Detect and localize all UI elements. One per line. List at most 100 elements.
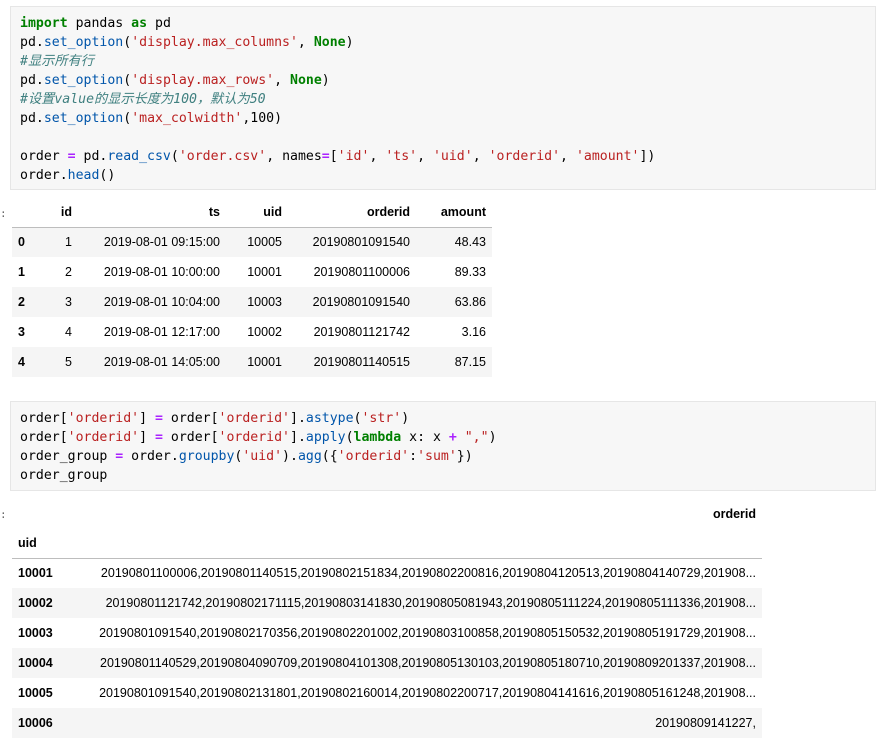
code-token: None bbox=[313, 35, 346, 50]
code-token: 'display.max_columns' bbox=[131, 35, 298, 50]
code-token: pd. bbox=[75, 149, 108, 164]
code-token: , bbox=[560, 149, 576, 164]
code-token: 'orderid' bbox=[218, 430, 290, 445]
code-token: order[ bbox=[162, 430, 219, 445]
table-cell: 5 bbox=[65, 355, 72, 369]
code-token: ] bbox=[139, 430, 155, 445]
code-token: order. bbox=[20, 168, 68, 183]
table-cell: 3.16 bbox=[461, 325, 486, 339]
table-cell: 2019-08-01 10:04:00 bbox=[103, 295, 220, 309]
code-token: 'amount' bbox=[575, 149, 640, 164]
code-token: , names bbox=[266, 149, 322, 164]
code-token: x: x bbox=[401, 430, 449, 445]
table-cell: 2019-08-01 10:00:00 bbox=[103, 265, 220, 279]
table-cell: 48.43 bbox=[454, 235, 486, 250]
column-header-orderid: orderid bbox=[712, 507, 756, 521]
code-token: ]. bbox=[290, 430, 306, 445]
code-token: : bbox=[409, 449, 418, 464]
column-header: ts bbox=[208, 205, 220, 220]
column-header: uid bbox=[263, 205, 282, 220]
code-token: , bbox=[297, 35, 314, 50]
output-prompt-1: : bbox=[0, 207, 7, 220]
code-token: ) bbox=[321, 73, 330, 88]
code-token: ) bbox=[488, 430, 497, 445]
code-token: order[ bbox=[20, 430, 68, 445]
table-cell: 1 bbox=[65, 235, 72, 250]
code-token: set_option bbox=[43, 111, 124, 126]
row-index: 10002 bbox=[18, 596, 53, 610]
code-token: as bbox=[131, 16, 148, 31]
table-cell: 20190801140529,20190804090709,2019080410… bbox=[100, 656, 756, 670]
code-line: order['orderid'] = order['orderid'].asty… bbox=[11, 409, 875, 428]
table-cell: 10005 bbox=[247, 235, 282, 250]
code-token: head bbox=[67, 168, 100, 183]
code-token: order_group bbox=[20, 449, 116, 464]
code-cell-2[interactable]: order['orderid'] = order['orderid'].asty… bbox=[10, 401, 876, 491]
code-token: order. bbox=[123, 449, 179, 464]
code-token: ) bbox=[345, 35, 354, 50]
table-cell: 4 bbox=[65, 325, 72, 339]
table-cell: 20190801121742 bbox=[313, 325, 410, 339]
table-row: 10003 20190801091540,20190802170356,20190… bbox=[12, 618, 762, 648]
code-token: lambda bbox=[353, 430, 402, 445]
code-token: [ bbox=[329, 149, 338, 164]
table-cell: 2019-08-01 09:15:00 bbox=[103, 235, 220, 250]
code-token: agg bbox=[297, 449, 322, 464]
table-cell: 20190809141227, bbox=[655, 716, 756, 730]
table-cell: 89.33 bbox=[454, 265, 486, 279]
code-token: , bbox=[417, 149, 433, 164]
row-index: 10006 bbox=[18, 716, 53, 730]
groupby-output: orderid uid 10001 20190801100006,2019080114… bbox=[12, 500, 762, 738]
code-token: = bbox=[155, 411, 163, 426]
table-cell: 10001 bbox=[247, 265, 282, 279]
column-header bbox=[12, 198, 44, 227]
code-line: pd.set_option('display.max_columns', Non… bbox=[11, 33, 875, 52]
code-token: import bbox=[20, 16, 68, 31]
code-line: order.head() bbox=[11, 166, 875, 185]
code-token: pandas bbox=[67, 16, 132, 31]
row-index: 0 bbox=[18, 235, 25, 250]
code-token: pd. bbox=[20, 111, 44, 126]
table-cell: 20190801100006 bbox=[313, 265, 410, 279]
row-index: 3 bbox=[18, 325, 25, 339]
table-cell: 10003 bbox=[247, 295, 282, 309]
table-cell: 2 bbox=[65, 265, 72, 279]
code-token: = bbox=[321, 149, 330, 164]
row-index: 2 bbox=[18, 295, 25, 309]
code-token: 'sum' bbox=[417, 449, 457, 464]
code-line: #设置value的显示长度为100，默认为50 bbox=[11, 90, 875, 109]
code-cell-1[interactable]: import pandas as pd pd.set_option('displa… bbox=[10, 6, 876, 190]
code-token: ,100) bbox=[242, 111, 283, 126]
code-token: astype bbox=[305, 411, 354, 426]
row-index: 10003 bbox=[18, 626, 53, 640]
table-cell: 2019-08-01 14:05:00 bbox=[103, 355, 220, 369]
code-token: () bbox=[99, 168, 116, 183]
output-prompt-2: : bbox=[0, 508, 7, 521]
index-name-uid: uid bbox=[18, 535, 37, 550]
code-token: ) bbox=[401, 411, 410, 426]
code-token: 'orderid' bbox=[67, 411, 140, 426]
table-cell: 20190801091540,20190802170356,2019080220… bbox=[99, 626, 756, 640]
table-cell: 20190801091540 bbox=[312, 295, 410, 309]
table-row: 4 5 2019-08-01 14:05:00 10001 20190801140515… bbox=[12, 347, 492, 377]
code-token: + bbox=[448, 430, 457, 445]
code-token: ]. bbox=[290, 411, 306, 426]
code-token: 'id' bbox=[337, 149, 370, 164]
code-token: , bbox=[274, 73, 290, 88]
row-index: 10001 bbox=[18, 566, 53, 581]
row-index: 4 bbox=[18, 355, 25, 369]
code-token: 'display.max_rows' bbox=[131, 73, 275, 88]
code-token: 'orderid' bbox=[67, 430, 140, 445]
code-token: ]) bbox=[639, 149, 656, 164]
code-token: read_csv bbox=[107, 149, 171, 164]
code-token: 'ts' bbox=[385, 149, 418, 164]
table-cell: 20190801091540 bbox=[312, 235, 410, 250]
code-token: #显示所有行 bbox=[20, 54, 94, 69]
column-header: orderid bbox=[366, 205, 410, 220]
code-token: 'order.csv' bbox=[178, 149, 267, 164]
table-row: 10006 20190809141227, bbox=[12, 708, 762, 738]
code-token: 'orderid' bbox=[218, 411, 290, 426]
code-line: import pandas as pd bbox=[11, 14, 875, 33]
